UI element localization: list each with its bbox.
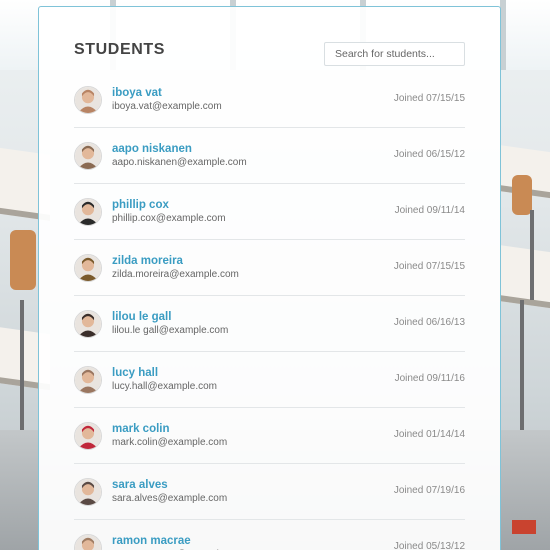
student-name-link[interactable]: ramon macrae <box>112 535 191 548</box>
student-email: iboya.vat@example.com <box>112 101 222 112</box>
search-input[interactable] <box>324 42 465 66</box>
student-avatar <box>74 478 102 506</box>
student-name-link[interactable]: lilou le gall <box>112 311 171 324</box>
student-list: iboya vat iboya.vat@example.com Joined 07/… <box>74 72 465 550</box>
student-avatar <box>74 534 102 550</box>
student-email: lilou.le gall@example.com <box>112 325 229 336</box>
student-name-link[interactable]: zilda moreira <box>112 255 183 268</box>
student-row[interactable]: lilou le gall lilou.le gall@example.com Jo… <box>74 296 465 352</box>
student-name-link[interactable]: aapo niskanen <box>112 143 192 156</box>
student-joined-date: Joined 06/15/12 <box>393 149 465 160</box>
student-joined-date: Joined 05/13/12 <box>393 541 465 550</box>
student-email: lucy.hall@example.com <box>112 381 218 392</box>
student-row[interactable]: zilda moreira zilda.moreira@example.com Jo… <box>74 240 465 296</box>
student-name-link[interactable]: mark colin <box>112 423 170 436</box>
student-avatar <box>74 422 102 450</box>
student-row[interactable]: aapo niskanen aapo.niskanen@example.com Jo… <box>74 128 465 184</box>
student-joined-date: Joined 07/15/15 <box>393 93 465 104</box>
student-email: zilda.moreira@example.com <box>112 269 239 280</box>
student-email: mark.colin@example.com <box>112 437 228 448</box>
student-row[interactable]: sara alves sara.alves@example.com Joined 0… <box>74 464 465 520</box>
student-row[interactable]: phillip cox phillip.cox@example.com Joined… <box>74 184 465 240</box>
student-avatar <box>74 254 102 282</box>
student-name-link[interactable]: iboya vat <box>112 87 162 100</box>
student-joined-date: Joined 07/19/16 <box>393 485 465 496</box>
students-card: STUDENTS iboya vatiboya.vat@example.com J… <box>38 6 501 550</box>
student-avatar <box>74 198 102 226</box>
student-joined-date: Joined 01/14/14 <box>393 429 465 440</box>
student-joined-date: Joined 09/11/14 <box>394 205 465 216</box>
student-row[interactable]: iboya vat iboya.vat@example.com Joined 07/… <box>74 72 465 128</box>
student-name-link[interactable]: phillip cox <box>112 199 169 212</box>
student-name-link[interactable]: sara alves <box>112 479 168 492</box>
student-joined-date: Joined 06/16/13 <box>393 317 465 328</box>
student-joined-date: Joined 07/15/15 <box>393 261 465 272</box>
student-row[interactable]: lucy hall lucy.hall@example.com Joined 09/… <box>74 352 465 408</box>
student-row[interactable]: mark colin mark.colin@example.com Joined 0… <box>74 408 465 464</box>
student-email: aapo.niskanen@example.com <box>112 157 247 168</box>
student-avatar <box>74 86 102 114</box>
student-row[interactable]: ramon macraeramon.macrae@example.comJoin… <box>74 520 465 550</box>
card-header: STUDENTS <box>74 41 465 67</box>
student-name-link[interactable]: lucy hall <box>112 367 158 380</box>
page-title: STUDENTS <box>74 41 166 58</box>
student-avatar <box>74 142 102 170</box>
student-avatar <box>74 366 102 394</box>
student-avatar <box>74 310 102 338</box>
student-email: sara.alves@example.com <box>112 493 228 504</box>
student-email: phillip.cox@example.com <box>112 213 226 224</box>
student-joined-date: Joined 09/11/16 <box>394 373 465 384</box>
